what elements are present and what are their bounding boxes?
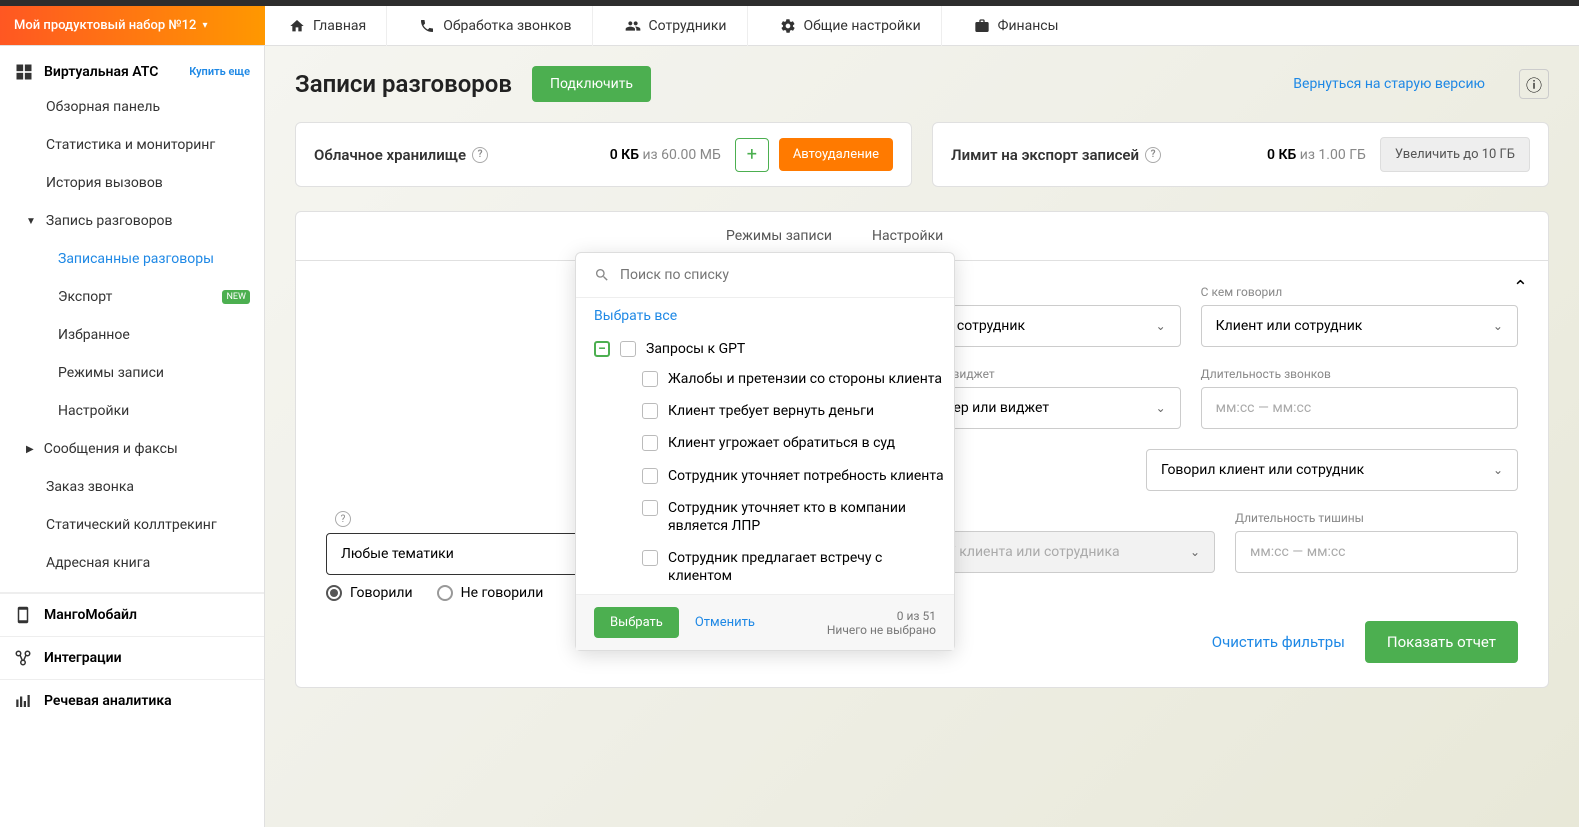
topics-select[interactable]: Любые тематики⌃ bbox=[326, 533, 609, 575]
sidebar-settings[interactable]: Настройки bbox=[0, 392, 264, 430]
page-title: Записи разговоров bbox=[295, 70, 512, 98]
dropdown-search-input[interactable] bbox=[620, 267, 936, 283]
select-all-link[interactable]: Выбрать все bbox=[576, 298, 954, 334]
checkbox[interactable] bbox=[642, 550, 658, 566]
client-or-staff-select: У клиента или сотрудника⌄ bbox=[932, 531, 1215, 573]
chevron-up-icon: ⌃ bbox=[1513, 277, 1528, 298]
clear-filters-link[interactable]: Очистить фильтры bbox=[1212, 633, 1345, 651]
export-limit-card: Лимит на экспорт записей? 0 КБ из 1.00 Г… bbox=[932, 122, 1549, 187]
info-icon: ⓘ bbox=[1526, 72, 1542, 96]
checkbox[interactable] bbox=[642, 435, 658, 451]
sidebar-modes[interactable]: Режимы записи bbox=[0, 354, 264, 392]
who-spoke-select[interactable]: Говорил клиент или сотрудник⌄ bbox=[1146, 449, 1518, 491]
sidebar-export[interactable]: ЭкспортNEW bbox=[0, 278, 264, 316]
chevron-down-icon: ⌄ bbox=[1156, 401, 1166, 415]
talked-with-select[interactable]: Клиент или сотрудник⌄ bbox=[1201, 305, 1518, 347]
help-icon[interactable]: ? bbox=[335, 511, 351, 527]
triangle-down-icon: ▼ bbox=[26, 216, 36, 227]
topics-dropdown: Выбрать все − Запросы к GPT Жалобы и пре… bbox=[575, 252, 955, 651]
topics-label-help: ? bbox=[326, 511, 609, 527]
integrations-icon bbox=[14, 649, 32, 667]
chevron-down-icon: ⌄ bbox=[1493, 463, 1503, 477]
radio-spoke[interactable]: Говорили bbox=[326, 585, 413, 601]
nav-home[interactable]: Главная bbox=[285, 6, 387, 46]
sidebar-speech[interactable]: Речевая аналитика bbox=[0, 679, 264, 722]
call-duration-label: Длительность звонков bbox=[1201, 367, 1518, 381]
sidebar-address-book[interactable]: Адресная книга bbox=[0, 544, 264, 582]
silence-duration-input[interactable]: мм:сс — мм:сс bbox=[1235, 531, 1518, 573]
sidebar-recording[interactable]: ▼Запись разговоров bbox=[0, 202, 264, 240]
nav-staff[interactable]: Сотрудники bbox=[621, 6, 748, 46]
checkbox[interactable] bbox=[642, 403, 658, 419]
sidebar-overview[interactable]: Обзорная панель bbox=[0, 88, 264, 126]
tab-settings[interactable]: Настройки bbox=[872, 228, 943, 244]
nav-finance[interactable]: Финансы bbox=[970, 6, 1079, 46]
radio-not-spoke[interactable]: Не говорили bbox=[437, 585, 544, 601]
dropdown-item[interactable]: Сотрудник предлагает встречу с клиентом bbox=[594, 542, 948, 592]
sidebar-recorded[interactable]: Записанные разговоры bbox=[0, 240, 264, 278]
sidebar-virtual-pbx[interactable]: Виртуальная АТС Купить еще bbox=[0, 56, 264, 88]
dropdown-count: 0 из 51 Ничего не выбрано bbox=[827, 609, 936, 637]
sidebar-mango-mobile[interactable]: МангоМобайл bbox=[0, 593, 264, 636]
sidebar-stats[interactable]: Статистика и мониторинг bbox=[0, 126, 264, 164]
top-nav: Мой продуктовый набор №12▾ Главная Обраб… bbox=[0, 6, 1579, 46]
nav-calls[interactable]: Обработка звонков bbox=[415, 6, 592, 46]
nav-settings[interactable]: Общие настройки bbox=[776, 6, 942, 46]
increase-button[interactable]: Увеличить до 10 ГБ bbox=[1380, 137, 1530, 172]
chevron-down-icon: ⌄ bbox=[1156, 319, 1166, 333]
dropdown-item[interactable]: Сотрудник уточняет кто в компании являет… bbox=[594, 492, 948, 542]
collapse-button[interactable]: ⌃ bbox=[1513, 277, 1528, 298]
sidebar-integrations[interactable]: Интеграции bbox=[0, 636, 264, 679]
new-badge: NEW bbox=[222, 290, 250, 304]
checkbox[interactable] bbox=[642, 371, 658, 387]
talked-with-label: С кем говорил bbox=[1201, 285, 1518, 299]
sidebar: Виртуальная АТС Купить еще Обзорная пане… bbox=[0, 46, 265, 827]
dropdown-item[interactable]: Жалобы и претензии со стороны клиента bbox=[594, 363, 948, 395]
search-icon bbox=[594, 267, 610, 283]
sidebar-order-call[interactable]: Заказ звонка bbox=[0, 468, 264, 506]
show-report-button[interactable]: Показать отчет bbox=[1365, 621, 1518, 663]
help-icon[interactable]: ? bbox=[472, 147, 488, 163]
chevron-down-icon: ⌄ bbox=[1190, 545, 1200, 559]
analytics-icon bbox=[14, 692, 32, 710]
triangle-right-icon: ▶ bbox=[26, 444, 34, 455]
checkbox[interactable] bbox=[642, 500, 658, 516]
dropdown-item[interactable]: Клиент требует вернуть деньги bbox=[594, 395, 948, 427]
pbx-icon bbox=[14, 62, 34, 82]
sidebar-messages[interactable]: ▶Сообщения и факсы bbox=[0, 430, 264, 468]
help-icon[interactable]: ? bbox=[1145, 147, 1161, 163]
dropdown-item[interactable]: Сотрудник уточняет потребность клиента bbox=[594, 460, 948, 492]
dropdown-select-button[interactable]: Выбрать bbox=[594, 607, 679, 638]
sidebar-favorites[interactable]: Избранное bbox=[0, 316, 264, 354]
buy-more-link[interactable]: Купить еще bbox=[189, 65, 250, 78]
sidebar-calltracking[interactable]: Статический коллтрекинг bbox=[0, 506, 264, 544]
info-button[interactable]: ⓘ bbox=[1519, 69, 1549, 99]
mobile-icon bbox=[14, 606, 32, 624]
add-storage-button[interactable]: + bbox=[735, 138, 769, 172]
dropdown-group[interactable]: − Запросы к GPT bbox=[594, 334, 948, 363]
tab-modes[interactable]: Режимы записи bbox=[726, 228, 832, 244]
dropdown-item[interactable]: Клиент угрожает обратиться в суд bbox=[594, 427, 948, 459]
main-content: Записи разговоров Подключить Вернуться н… bbox=[265, 46, 1579, 827]
checkbox[interactable] bbox=[642, 468, 658, 484]
autodelete-button[interactable]: Автоудаление bbox=[779, 138, 893, 171]
back-link[interactable]: Вернуться на старую версию bbox=[1293, 76, 1485, 92]
storage-card: Облачное хранилище? 0 КБ из 60.00 МБ + А… bbox=[295, 122, 912, 187]
checkbox[interactable] bbox=[620, 341, 636, 357]
chevron-down-icon: ⌄ bbox=[1493, 319, 1503, 333]
silence-duration-label: Длительность тишины bbox=[1235, 511, 1518, 525]
connect-button[interactable]: Подключить bbox=[532, 66, 651, 102]
product-selector[interactable]: Мой продуктовый набор №12▾ bbox=[0, 6, 265, 45]
dropdown-cancel-button[interactable]: Отменить bbox=[695, 615, 755, 630]
sidebar-call-history[interactable]: История вызовов bbox=[0, 164, 264, 202]
call-duration-input[interactable]: мм:сс — мм:сс bbox=[1201, 387, 1518, 429]
collapse-group-icon[interactable]: − bbox=[594, 341, 610, 357]
